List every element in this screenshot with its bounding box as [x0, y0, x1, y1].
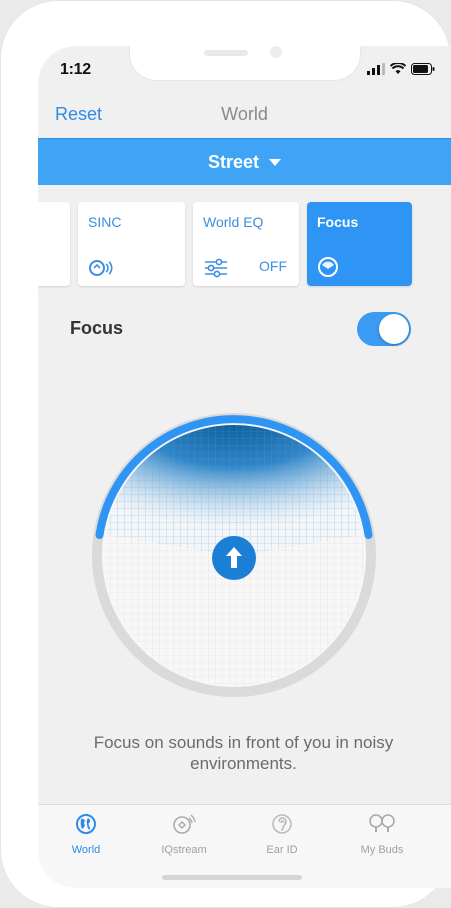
- caret-down-icon: [269, 158, 282, 166]
- tab-my-buds[interactable]: My Buds: [342, 813, 422, 856]
- focus-icon: [318, 257, 338, 277]
- mode-card-label: Focus: [317, 214, 359, 230]
- device-notch: [130, 46, 360, 80]
- mode-card-label: World EQ: [203, 214, 264, 230]
- focus-label: Focus: [70, 318, 124, 338]
- sinc-icon: [89, 260, 113, 276]
- earbuds-icon: [369, 814, 395, 832]
- tab-world[interactable]: World: [46, 813, 126, 856]
- environment-selector[interactable]: Street: [38, 138, 451, 185]
- app-screen: 1:12 Reset World Street SINC World EQ OF…: [38, 46, 451, 888]
- world-eq-status: OFF: [259, 258, 287, 274]
- mode-card-partial[interactable]: [38, 202, 70, 286]
- iqstream-icon: [173, 814, 196, 834]
- tab-label: World: [71, 844, 101, 856]
- focus-toggle[interactable]: [357, 312, 411, 346]
- focus-direction-dial[interactable]: [89, 410, 379, 705]
- signal-icon: [367, 63, 385, 75]
- tab-label: IQstream: [161, 844, 207, 856]
- environment-label: Street: [207, 151, 260, 172]
- front-camera: [270, 46, 282, 58]
- home-indicator[interactable]: [162, 875, 302, 880]
- globe-icon: [76, 814, 96, 834]
- wifi-icon: [390, 63, 406, 74]
- toggle-knob: [379, 314, 409, 344]
- tab-ear-id[interactable]: Ear ID: [242, 813, 322, 856]
- speaker-grille: [204, 50, 248, 56]
- tab-label: Ear ID: [266, 844, 298, 856]
- mode-card-sinc[interactable]: SINC: [78, 202, 185, 286]
- mode-card-label: SINC: [88, 214, 122, 230]
- tab-label: My Buds: [360, 844, 404, 856]
- page-title: World: [221, 104, 268, 124]
- mode-card-world-eq[interactable]: World EQ OFF: [193, 202, 299, 286]
- ear-icon: [272, 814, 292, 834]
- phone-frame: 1:12 Reset World Street SINC World EQ OF…: [0, 0, 451, 908]
- mode-cards: SINC World EQ OFF Focus: [38, 194, 451, 294]
- mode-card-focus[interactable]: Focus: [307, 202, 412, 286]
- status-icons: [367, 63, 435, 75]
- tab-iqstream[interactable]: IQstream: [144, 813, 224, 856]
- status-time: 1:12: [60, 61, 91, 78]
- battery-icon: [411, 63, 435, 75]
- direction-handle-icon[interactable]: [212, 536, 256, 580]
- focus-description: Focus on sounds in front of you in noisy…: [93, 733, 394, 773]
- sliders-icon: [205, 258, 227, 278]
